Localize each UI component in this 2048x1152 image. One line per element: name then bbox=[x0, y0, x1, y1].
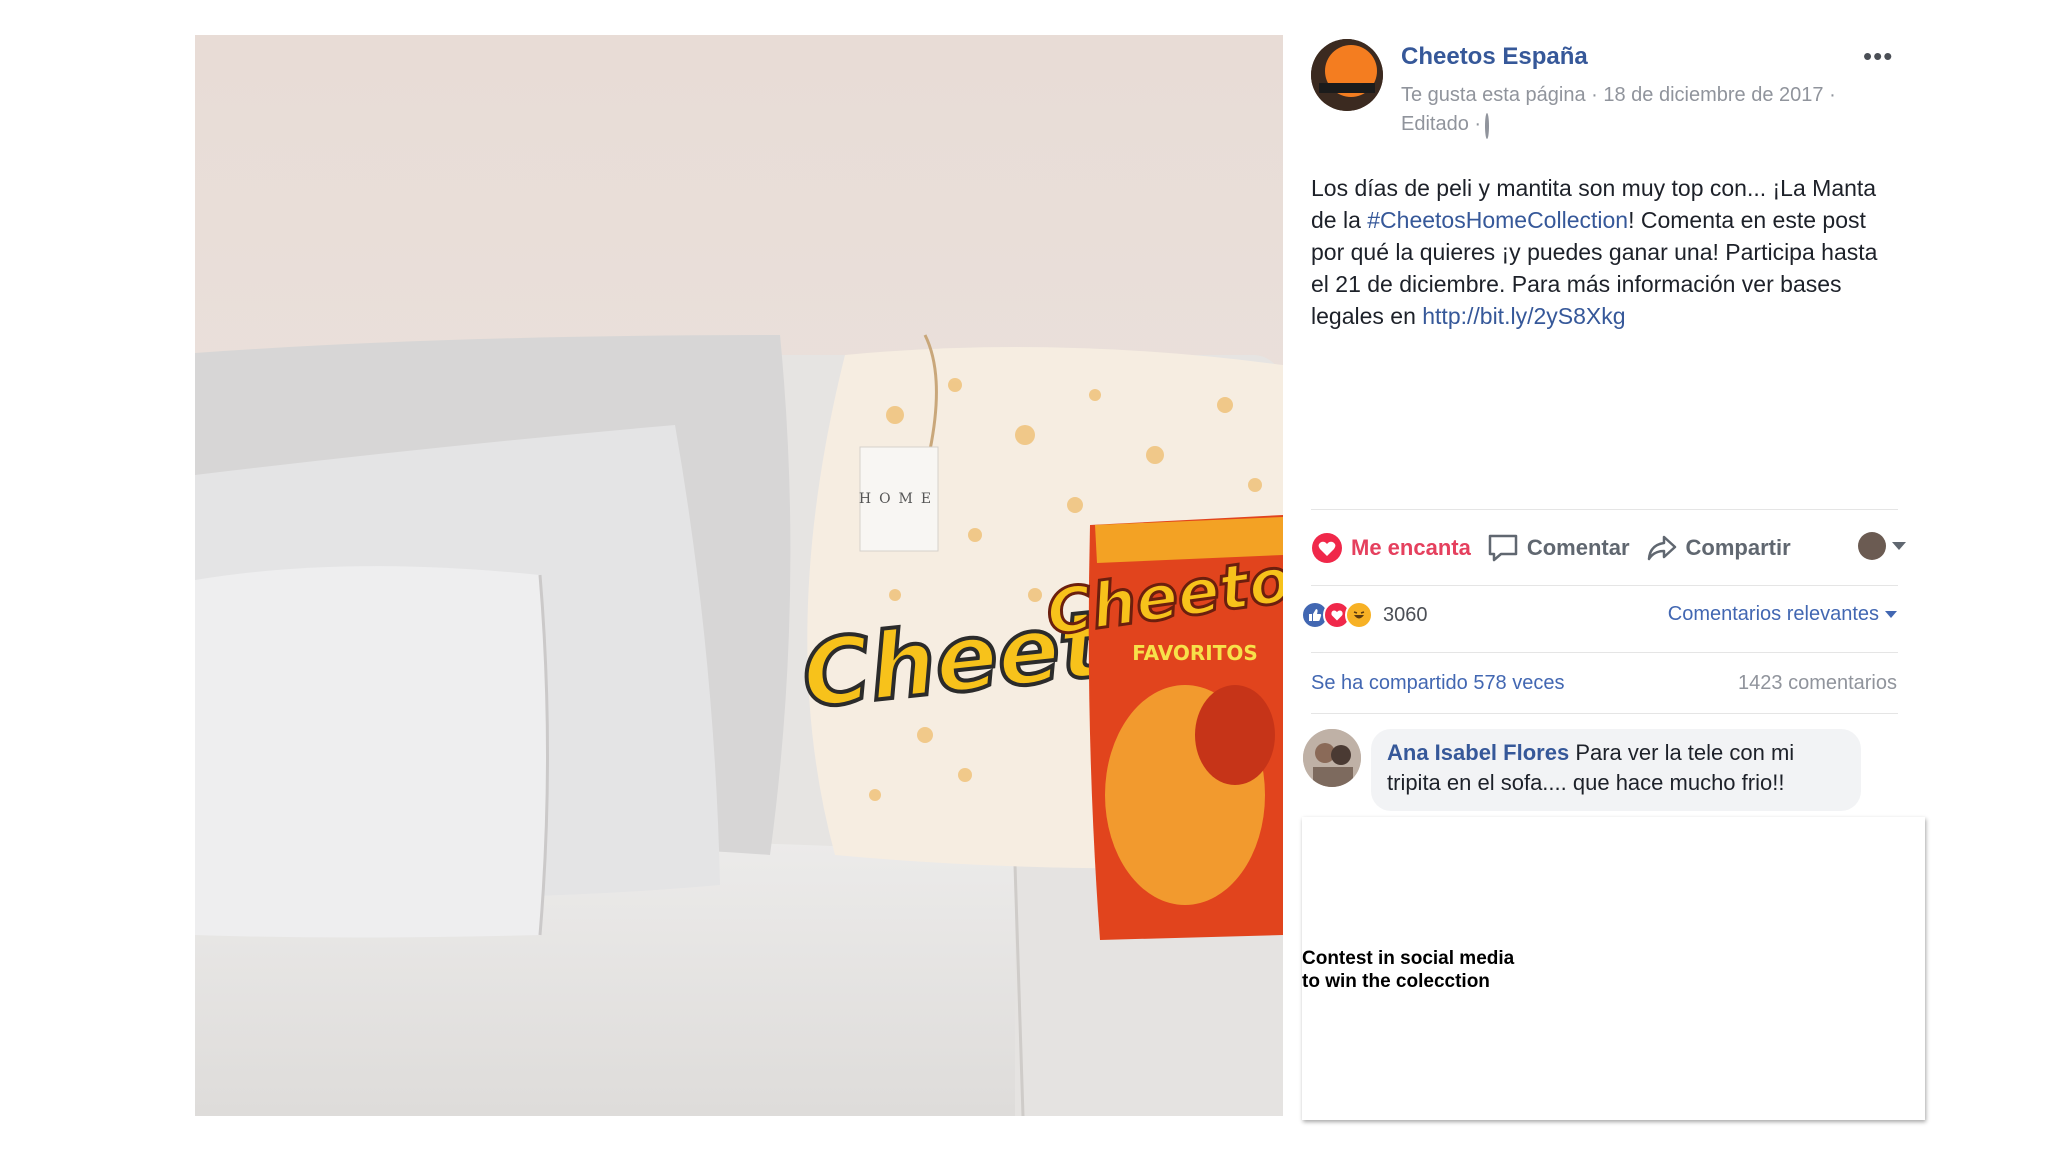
annotation-box: Contest in social media to win the colec… bbox=[1302, 817, 1925, 1120]
divider bbox=[1311, 713, 1898, 714]
comment-bubble: Ana Isabel Flores Para ver la tele con m… bbox=[1371, 729, 1861, 811]
more-options-button[interactable]: ••• bbox=[1863, 41, 1893, 72]
globe-icon[interactable] bbox=[1485, 113, 1490, 139]
haha-icon bbox=[1345, 601, 1373, 629]
post-body: Los días de peli y mantita son muy top c… bbox=[1311, 175, 1878, 329]
comment-button[interactable]: Comentar bbox=[1487, 533, 1630, 563]
annotation-text: Contest in social media to win the colec… bbox=[1302, 948, 1515, 992]
legal-bases-link[interactable]: http://bit.ly/2yS8Xkg bbox=[1422, 303, 1625, 329]
caret-down-icon bbox=[1885, 611, 1897, 618]
share-icon bbox=[1647, 535, 1676, 561]
edited-label[interactable]: Editado bbox=[1401, 113, 1469, 135]
audience-selector[interactable] bbox=[1858, 532, 1906, 560]
post-actions: Me encanta Comentar Compartir bbox=[1311, 526, 1906, 570]
liked-page-label: Te gusta esta página bbox=[1401, 84, 1586, 106]
post-photo[interactable]: HOME Cheetos Cheetos FAVORITOS bbox=[195, 35, 1283, 1116]
comment-icon bbox=[1488, 534, 1518, 562]
page-name-link[interactable]: Cheetos España bbox=[1401, 43, 1588, 71]
reaction-count: 3060 bbox=[1383, 603, 1428, 626]
reactions-summary[interactable]: 3060 bbox=[1301, 601, 1428, 629]
divider bbox=[1311, 585, 1898, 586]
commenter-avatar[interactable] bbox=[1303, 729, 1361, 787]
svg-text:FAVORITOS: FAVORITOS bbox=[1132, 641, 1258, 665]
hashtag-link[interactable]: #CheetosHomeCollection bbox=[1367, 207, 1628, 233]
caret-down-icon bbox=[1892, 542, 1906, 550]
sofa-scene-image: HOME Cheetos Cheetos FAVORITOS bbox=[195, 35, 1283, 1116]
shares-link[interactable]: Se ha compartido 578 veces bbox=[1311, 672, 1565, 695]
divider bbox=[1311, 652, 1898, 653]
heart-icon bbox=[1312, 533, 1342, 563]
comment-sort-dropdown[interactable]: Comentarios relevantes bbox=[1668, 603, 1897, 626]
page-avatar[interactable] bbox=[1311, 39, 1383, 111]
user-avatar bbox=[1858, 532, 1886, 560]
share-button[interactable]: Compartir bbox=[1646, 533, 1791, 563]
comment-author-link[interactable]: Ana Isabel Flores bbox=[1387, 740, 1569, 765]
comments-count-link[interactable]: 1423 comentarios bbox=[1738, 672, 1897, 695]
love-reaction-button[interactable]: Me encanta bbox=[1311, 532, 1471, 564]
post-date-link[interactable]: 18 de diciembre de 2017 bbox=[1603, 84, 1823, 106]
post-meta: Te gusta esta página · 18 de diciembre d… bbox=[1401, 81, 1901, 141]
divider bbox=[1311, 509, 1898, 510]
svg-text:HOME: HOME bbox=[859, 491, 939, 507]
